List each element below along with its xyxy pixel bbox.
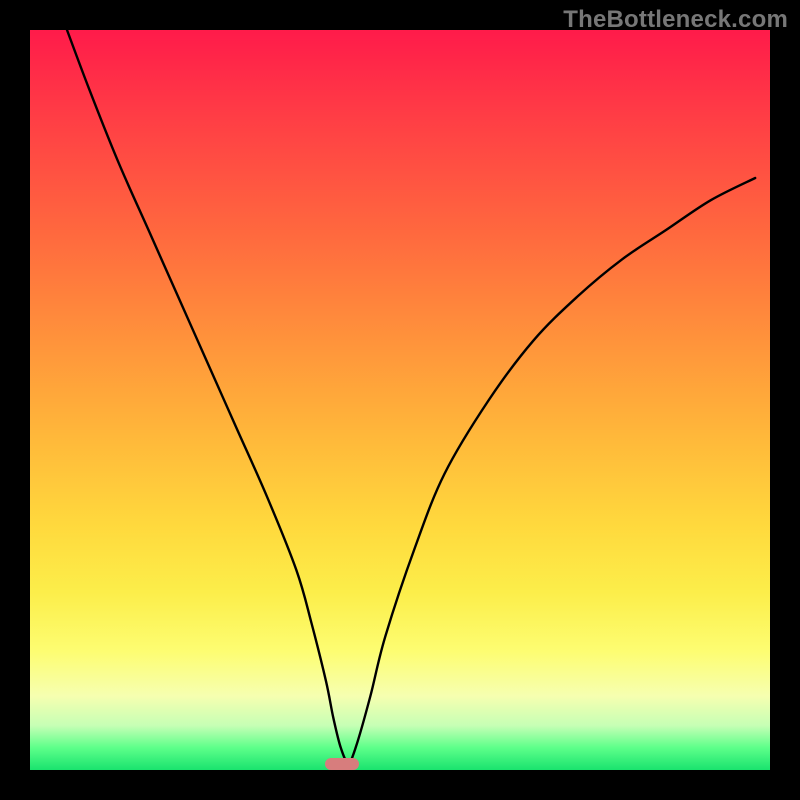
plot-area xyxy=(30,30,770,770)
chart-frame: TheBottleneck.com xyxy=(0,0,800,800)
curve-path xyxy=(67,30,755,763)
optimal-marker xyxy=(325,758,359,770)
bottleneck-curve xyxy=(30,30,770,770)
